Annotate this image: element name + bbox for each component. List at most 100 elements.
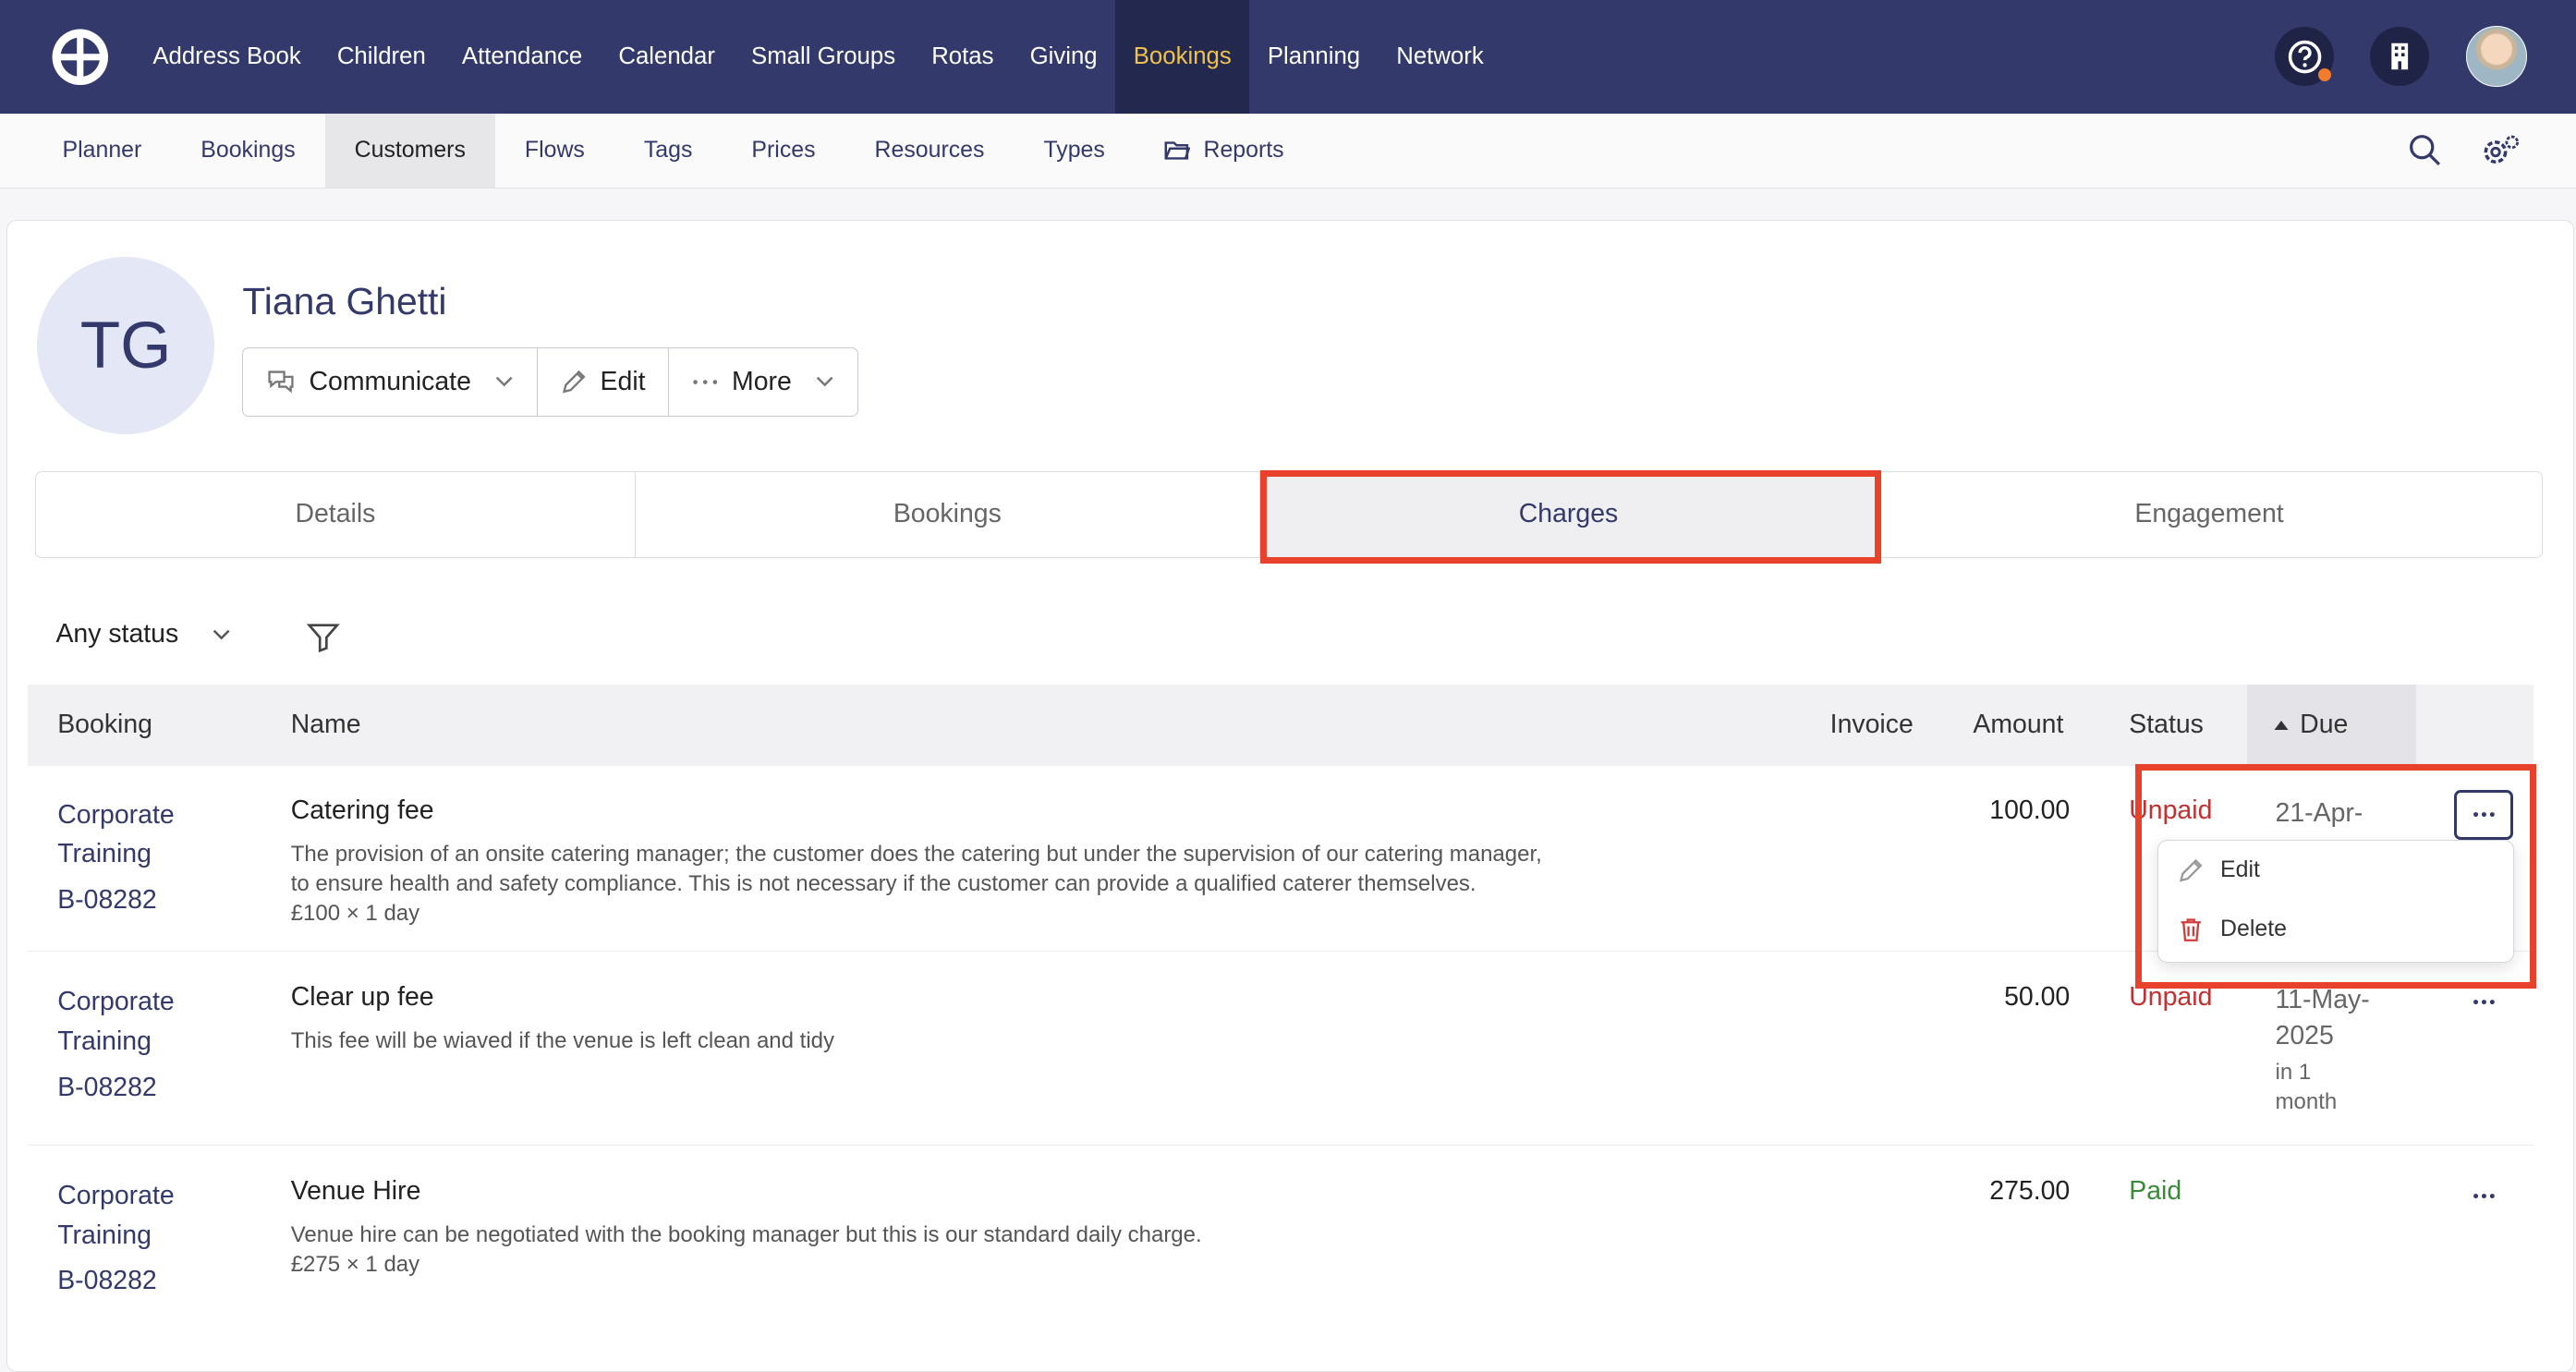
charge-description-line: This fee will be wiaved if the venue is … bbox=[290, 1028, 835, 1054]
status-filter-select[interactable]: Any status bbox=[55, 619, 231, 650]
customer-actions: Communicate Edit More bbox=[242, 347, 858, 418]
app-logo-icon[interactable] bbox=[49, 26, 112, 89]
tab-bookings[interactable]: Bookings bbox=[636, 471, 1261, 557]
charge-amount: 100.00 bbox=[1989, 795, 2071, 825]
top-navigation: Address Book Children Attendance Calenda… bbox=[0, 0, 2576, 114]
subnav-planner[interactable]: Planner bbox=[33, 114, 172, 188]
ellipsis-icon bbox=[2473, 1193, 2495, 1198]
help-icon bbox=[2288, 40, 2322, 74]
row-actions-button[interactable] bbox=[2454, 1172, 2513, 1220]
booking-link[interactable]: Corporate Training B-08282 bbox=[57, 982, 174, 1107]
charge-name: Catering fee bbox=[290, 795, 434, 825]
chat-icon bbox=[268, 370, 294, 394]
tab-engagement[interactable]: Engagement bbox=[1877, 472, 2541, 557]
edit-customer-button[interactable]: Edit bbox=[538, 348, 670, 417]
customer-name: Tiana Ghetti bbox=[242, 280, 447, 323]
table-row: Corporate Training B-08282 Clear up fee … bbox=[28, 953, 2533, 1147]
col-amount[interactable]: Amount bbox=[1973, 685, 2063, 765]
tab-details[interactable]: Details bbox=[36, 471, 636, 557]
more-actions-button[interactable]: More bbox=[669, 348, 857, 416]
subnav-bookings[interactable]: Bookings bbox=[171, 114, 324, 188]
row-actions-button[interactable] bbox=[2454, 977, 2513, 1026]
due-date: 11-May- 2025 in 1 month bbox=[2276, 982, 2370, 1117]
building-icon bbox=[2391, 43, 2409, 70]
charge-amount: 275.00 bbox=[1989, 1176, 2071, 1207]
row-actions-menu: Edit Delete bbox=[2157, 839, 2514, 964]
ellipsis-icon bbox=[2473, 812, 2495, 818]
charges-table-header: Booking Name Invoice Amount Status Due bbox=[28, 685, 2533, 766]
booking-title-line2: Training bbox=[57, 1026, 152, 1056]
subnav-resources[interactable]: Resources bbox=[845, 114, 1015, 188]
booking-title-line1: Corporate bbox=[57, 799, 175, 830]
filter-funnel-icon[interactable] bbox=[307, 623, 341, 652]
charge-description-line: to ensure health and safety compliance. … bbox=[290, 870, 1476, 896]
settings-gear-icon[interactable] bbox=[2481, 134, 2521, 167]
help-button[interactable] bbox=[2275, 27, 2335, 87]
due-date: 21-Apr- bbox=[2275, 797, 2363, 828]
chevron-down-icon bbox=[213, 629, 230, 640]
charge-name: Clear up fee bbox=[290, 982, 434, 1013]
charge-name: Venue Hire bbox=[290, 1176, 421, 1207]
charge-amount: 50.00 bbox=[2004, 982, 2071, 1013]
more-label: More bbox=[732, 367, 792, 397]
notification-dot bbox=[2317, 67, 2331, 81]
charge-description: The provision of an onsite catering mana… bbox=[291, 840, 1638, 929]
ellipsis-icon bbox=[693, 380, 718, 384]
communicate-button[interactable]: Communicate bbox=[243, 348, 538, 417]
nav-rotas[interactable]: Rotas bbox=[914, 0, 1012, 114]
subnav-tags[interactable]: Tags bbox=[614, 114, 723, 188]
nav-bookings[interactable]: Bookings bbox=[1115, 0, 1250, 114]
nav-giving[interactable]: Giving bbox=[1012, 0, 1115, 114]
sub-navigation: Planner Bookings Customers Flows Tags Pr… bbox=[0, 113, 2576, 188]
col-invoice[interactable]: Invoice bbox=[1830, 685, 1914, 765]
nav-children[interactable]: Children bbox=[319, 0, 444, 114]
col-status[interactable]: Status bbox=[2129, 685, 2204, 765]
subnav-types[interactable]: Types bbox=[1014, 114, 1134, 188]
table-row: Corporate Training B-08282 Venue Hire Ve… bbox=[28, 1147, 2533, 1311]
charge-description-line: Venue hire can be negotiated with the bo… bbox=[290, 1222, 1202, 1248]
nav-address-book[interactable]: Address Book bbox=[135, 0, 320, 114]
status-filter-value: Any status bbox=[55, 619, 179, 650]
booking-ref: B-08282 bbox=[57, 1072, 157, 1102]
menu-item-edit[interactable]: Edit bbox=[2178, 856, 2260, 883]
booking-title-line1: Corporate bbox=[57, 1181, 175, 1211]
booking-link[interactable]: Corporate Training B-08282 bbox=[57, 1176, 174, 1301]
booking-link[interactable]: Corporate Training B-08282 bbox=[57, 795, 174, 920]
nav-calendar[interactable]: Calendar bbox=[601, 0, 734, 114]
menu-item-delete[interactable]: Delete bbox=[2178, 916, 2287, 942]
col-due[interactable]: Due bbox=[2247, 685, 2417, 766]
booking-ref: B-08282 bbox=[57, 1266, 157, 1296]
booking-title-line1: Corporate bbox=[57, 987, 175, 1017]
menu-item-delete-label: Delete bbox=[2220, 916, 2287, 942]
chevron-down-icon bbox=[495, 377, 513, 387]
status-badge: Paid bbox=[2129, 1176, 2182, 1207]
col-name[interactable]: Name bbox=[291, 685, 361, 765]
menu-item-edit-label: Edit bbox=[2220, 856, 2260, 883]
nav-planning[interactable]: Planning bbox=[1249, 0, 1378, 114]
subnav-prices[interactable]: Prices bbox=[722, 114, 844, 188]
subnav-reports-label: Reports bbox=[1203, 137, 1284, 164]
communicate-label: Communicate bbox=[309, 367, 471, 397]
booking-ref: B-08282 bbox=[57, 885, 157, 915]
nav-small-groups[interactable]: Small Groups bbox=[733, 0, 913, 114]
customer-tabs: Details Bookings Charges Engagement bbox=[35, 470, 2543, 558]
user-avatar[interactable] bbox=[2465, 26, 2527, 88]
subnav-customers[interactable]: Customers bbox=[324, 113, 495, 188]
nav-attendance[interactable]: Attendance bbox=[444, 0, 600, 114]
charge-description-line: The provision of an onsite catering mana… bbox=[290, 841, 1542, 867]
search-icon[interactable] bbox=[2409, 134, 2442, 167]
col-booking[interactable]: Booking bbox=[57, 685, 152, 765]
nav-network[interactable]: Network bbox=[1379, 0, 1502, 114]
status-badge: Unpaid bbox=[2129, 982, 2213, 1013]
subnav-flows[interactable]: Flows bbox=[495, 114, 614, 188]
organisation-button[interactable] bbox=[2370, 27, 2430, 87]
due-date-line1: 11-May- bbox=[2275, 985, 2370, 1015]
due-date-line2: 2025 bbox=[2275, 1021, 2334, 1051]
tab-charges[interactable]: Charges bbox=[1260, 471, 1877, 557]
sort-ascending-icon bbox=[2273, 720, 2289, 731]
charge-quantity: £100 × 1 day bbox=[290, 900, 420, 926]
due-relative: in 1 bbox=[2275, 1060, 2312, 1085]
charge-quantity: £275 × 1 day bbox=[290, 1252, 420, 1278]
subnav-reports[interactable]: Reports bbox=[1135, 114, 1314, 188]
row-actions-button[interactable] bbox=[2454, 790, 2514, 840]
